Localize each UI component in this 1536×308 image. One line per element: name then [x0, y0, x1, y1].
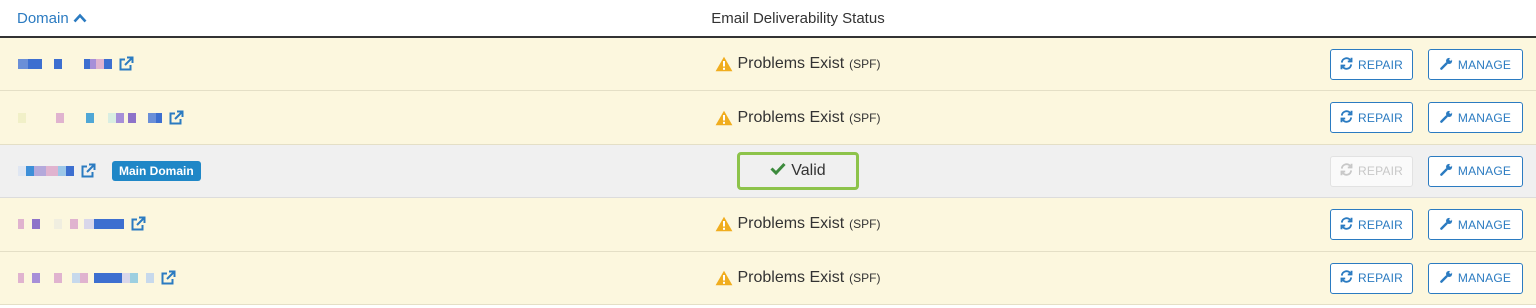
status-cell: Problems Exist (SPF) [0, 252, 1536, 304]
status-cell: Valid [0, 145, 1536, 197]
status-text: Problems Exist [737, 55, 845, 73]
check-icon [770, 162, 786, 180]
manage-label: MANAGE [1457, 57, 1512, 72]
status-text: Valid [791, 161, 826, 179]
repair-button[interactable]: REPAIR [1330, 102, 1413, 134]
status-cell: Problems Exist (SPF) [0, 91, 1536, 143]
repair-label: REPAIR [1358, 164, 1403, 179]
manage-label: MANAGE [1457, 164, 1512, 179]
status-text: Problems Exist [737, 268, 845, 286]
manage-button[interactable]: MANAGE [1428, 102, 1523, 134]
wrench-icon [1440, 110, 1453, 126]
status-cell: Problems Exist (SPF) [0, 198, 1536, 250]
manage-label: MANAGE [1457, 271, 1512, 286]
email-deliverability-table: Domain Email Deliverability Status Probl… [0, 0, 1536, 305]
wrench-icon [1440, 57, 1453, 73]
status-detail: (SPF) [849, 217, 881, 232]
repair-label: REPAIR [1358, 57, 1403, 72]
manage-label: MANAGE [1457, 217, 1512, 232]
repair-button[interactable]: REPAIR [1330, 209, 1413, 241]
table-header: Domain Email Deliverability Status [0, 0, 1536, 38]
repair-button[interactable]: REPAIR [1330, 49, 1413, 80]
table-row: Problems Exist (SPF) REPAIR MANAGE [0, 198, 1536, 252]
status-cell: Problems Exist (SPF) [0, 38, 1536, 90]
wrench-icon [1440, 270, 1453, 286]
status-text: Problems Exist [737, 108, 845, 126]
table-row: Problems Exist (SPF) REPAIR MANAGE [0, 91, 1536, 145]
table-row: Problems Exist (SPF) REPAIR MANAGE [0, 251, 1536, 305]
manage-button[interactable]: MANAGE [1428, 49, 1523, 80]
refresh-icon [1340, 56, 1353, 73]
repair-button: REPAIR [1330, 155, 1413, 187]
status-header-label: Email Deliverability Status [711, 10, 885, 27]
status-detail: (SPF) [849, 57, 881, 72]
manage-label: MANAGE [1457, 110, 1512, 125]
refresh-icon [1340, 110, 1353, 126]
manage-button[interactable]: MANAGE [1428, 262, 1523, 294]
refresh-icon [1340, 163, 1353, 179]
repair-label: REPAIR [1358, 271, 1403, 286]
refresh-icon [1340, 270, 1353, 286]
warning-triangle-icon [715, 56, 733, 72]
valid-status: Valid [737, 151, 859, 190]
table-row: Main Domain Valid REPAIR MANAGE [0, 144, 1536, 199]
refresh-icon [1340, 216, 1353, 233]
repair-button[interactable]: REPAIR [1330, 262, 1413, 294]
table-row: Problems Exist (SPF) REPAIR MANAGE [0, 38, 1536, 92]
status-detail: (SPF) [849, 270, 881, 285]
warning-triangle-icon [715, 110, 733, 126]
wrench-icon [1440, 217, 1453, 233]
status-text: Problems Exist [737, 215, 845, 233]
manage-button[interactable]: MANAGE [1428, 209, 1523, 241]
warning-triangle-icon [715, 270, 733, 286]
repair-label: REPAIR [1358, 217, 1403, 232]
manage-button[interactable]: MANAGE [1428, 155, 1523, 187]
status-detail: (SPF) [849, 110, 881, 125]
repair-label: REPAIR [1358, 110, 1403, 125]
warning-triangle-icon [715, 216, 733, 232]
wrench-icon [1440, 163, 1453, 179]
